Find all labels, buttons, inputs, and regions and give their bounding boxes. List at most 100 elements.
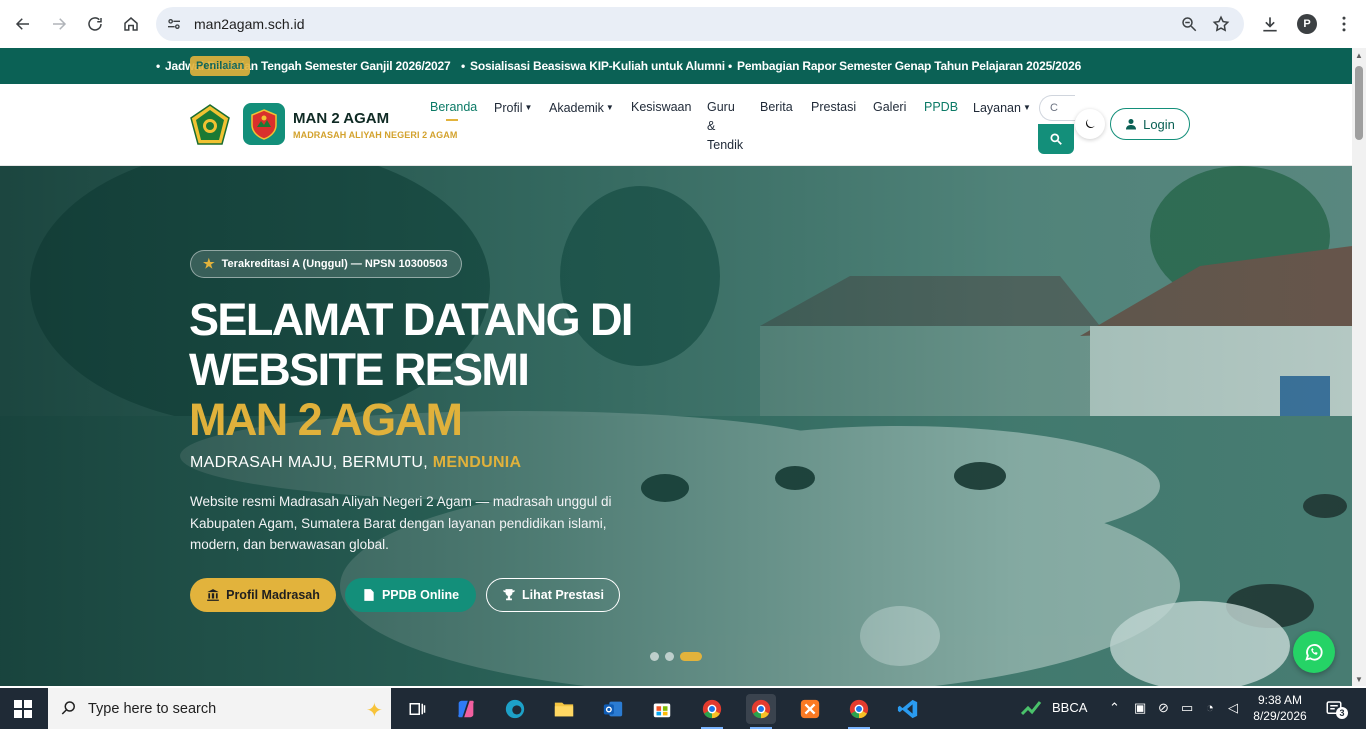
nav-kesiswaan[interactable]: Kesiswaan: [631, 98, 691, 117]
ticker-item[interactable]: Pembagian Rapor Semester Genap Tahun Pel…: [728, 59, 1081, 73]
nav-label: Layanan: [973, 101, 1021, 115]
search-icon: [61, 701, 75, 715]
mic-off-icon[interactable]: ⊘: [1158, 700, 1169, 716]
ppdb-online-button[interactable]: PPDB Online: [345, 578, 476, 612]
store-icon[interactable]: [647, 694, 677, 724]
reload-icon[interactable]: [83, 12, 107, 36]
scroll-down-icon[interactable]: ▼: [1355, 675, 1363, 684]
scroll-thumb[interactable]: [1355, 66, 1363, 140]
moon-icon: [1086, 119, 1095, 128]
nav-label: Guru: [707, 100, 735, 114]
clock-time: 9:38 AM: [1257, 693, 1303, 707]
caret-down-icon: ▼: [605, 103, 614, 112]
hero-description: Website resmi Madrasah Aliyah Negeri 2 A…: [190, 494, 612, 552]
ticker-item[interactable]: Sosialisasi Beasiswa KIP-Kuliah untuk Al…: [461, 59, 725, 73]
nav-galeri[interactable]: Galeri: [873, 98, 906, 117]
nav-label: Akademik: [549, 101, 604, 115]
meet-now-icon[interactable]: ▣: [1134, 700, 1146, 716]
notification-count: 3: [1336, 707, 1348, 719]
nav-label: Galeri: [873, 100, 907, 114]
carousel-dot[interactable]: [650, 652, 659, 661]
login-label: Login: [1143, 116, 1175, 132]
whatsapp-button[interactable]: [1293, 631, 1335, 673]
zoom-icon[interactable]: [1180, 15, 1198, 33]
windows-start-icon[interactable]: [14, 700, 32, 718]
form-icon: [364, 589, 374, 601]
dark-mode-toggle[interactable]: [1075, 109, 1105, 139]
wifi-icon[interactable]: ◔: [1206, 700, 1214, 715]
page-scrollbar[interactable]: ▲ ▼: [1352, 48, 1366, 686]
battery-icon[interactable]: ▭: [1181, 700, 1193, 716]
ticker-badge: Penilaian: [190, 56, 251, 76]
nav-guru-tendik[interactable]: Guru & Tendik: [707, 98, 743, 155]
nav-prestasi[interactable]: Prestasi: [811, 98, 856, 117]
windows-taskbar: Type here to search ✦ BBCA ⌃ ▣ ⊘ ▭ ◔ ◁ 9…: [0, 688, 1366, 729]
download-icon[interactable]: [1260, 14, 1280, 34]
profil-madrasah-button[interactable]: Profil Madrasah: [190, 578, 336, 612]
scroll-up-icon[interactable]: ▲: [1355, 51, 1363, 60]
lihat-prestasi-button[interactable]: Lihat Prestasi: [486, 578, 620, 612]
announcement-ticker: Jadwal Penilaian Tengah Semester Ganjil …: [0, 48, 1352, 84]
site-search-button[interactable]: [1038, 124, 1074, 154]
nav-akademik[interactable]: Akademik ▼: [549, 98, 614, 118]
tray-chevron-icon[interactable]: ⌃: [1109, 700, 1120, 716]
file-explorer-icon[interactable]: [549, 694, 579, 724]
nav-beranda[interactable]: Beranda: [430, 98, 477, 121]
nav-label: Tendik: [707, 138, 744, 152]
taskbar-search[interactable]: Type here to search ✦: [48, 688, 391, 729]
chrome-icon[interactable]: [746, 694, 776, 729]
stock-ticker-label[interactable]: BBCA: [1052, 700, 1087, 715]
login-button[interactable]: Login: [1110, 108, 1190, 140]
browser-toolbar: man2agam.sch.id P: [0, 0, 1366, 48]
hero-title-line-3: MAN 2 AGAM: [189, 394, 463, 445]
sparkle-icon: ✦: [366, 700, 383, 722]
brand-title[interactable]: MAN 2 AGAM: [293, 110, 389, 127]
search-icon: [1050, 133, 1062, 145]
whatsapp-icon: [1305, 644, 1323, 661]
button-label: Profil Madrasah: [226, 588, 320, 602]
nav-profil[interactable]: Profil ▼: [494, 98, 532, 118]
chrome-icon[interactable]: [697, 694, 727, 729]
volume-icon[interactable]: ◁: [1228, 700, 1238, 716]
site-search-input[interactable]: C: [1039, 95, 1075, 121]
nav-ppdb[interactable]: PPDB: [924, 98, 958, 117]
carousel-dot[interactable]: [665, 652, 674, 661]
caret-down-icon: ▼: [524, 103, 533, 112]
address-bar[interactable]: man2agam.sch.id: [156, 7, 1244, 41]
carousel-dot-active[interactable]: [680, 652, 702, 661]
site-info-icon[interactable]: [166, 16, 182, 32]
nav-layanan[interactable]: Layanan ▼: [973, 98, 1031, 118]
browser-menu-icon[interactable]: [1334, 14, 1354, 34]
site-header: MAN 2 AGAM MADRASAH ALIYAH NEGERI 2 AGAM…: [0, 84, 1352, 166]
back-icon[interactable]: [11, 12, 35, 36]
xampp-icon[interactable]: [795, 694, 825, 724]
task-view-icon[interactable]: [402, 694, 432, 724]
institution-icon: [207, 589, 219, 601]
nav-label: PPDB: [924, 100, 959, 114]
outlook-icon[interactable]: [598, 694, 628, 724]
vscode-icon[interactable]: [893, 694, 923, 724]
tagline-prefix: MADRASAH MAJU, BERMUTU,: [190, 454, 429, 471]
hero-banner: ★ Terakreditasi A (Unggul) — NPSN 103005…: [0, 166, 1352, 686]
taskbar-search-placeholder: Type here to search: [88, 701, 217, 717]
url-text[interactable]: man2agam.sch.id: [194, 16, 305, 32]
profile-avatar[interactable]: P: [1297, 14, 1317, 34]
chrome-icon[interactable]: [844, 694, 874, 729]
hero-tagline: MADRASAH MAJU, BERMUTU, MENDUNIA: [190, 454, 521, 472]
copilot-icon[interactable]: [451, 694, 481, 724]
school-logo[interactable]: [243, 103, 285, 145]
edge-icon[interactable]: [500, 694, 530, 724]
forward-icon[interactable]: [47, 12, 71, 36]
nav-berita[interactable]: Berita: [760, 98, 793, 117]
trophy-icon: [503, 589, 515, 601]
hero-title-line-2: WEBSITE RESMI: [189, 344, 530, 395]
button-label: Lihat Prestasi: [522, 588, 604, 602]
home-icon[interactable]: [119, 12, 143, 36]
bookmark-star-icon[interactable]: [1212, 15, 1230, 33]
stock-chart-icon: [1021, 701, 1042, 716]
tagline-highlight: MENDUNIA: [432, 454, 522, 471]
taskbar-clock[interactable]: 9:38 AM 8/29/2026: [1250, 692, 1310, 724]
notification-center-icon[interactable]: 3: [1325, 699, 1348, 719]
kemenag-logo[interactable]: [189, 104, 231, 146]
user-icon: [1126, 119, 1137, 130]
